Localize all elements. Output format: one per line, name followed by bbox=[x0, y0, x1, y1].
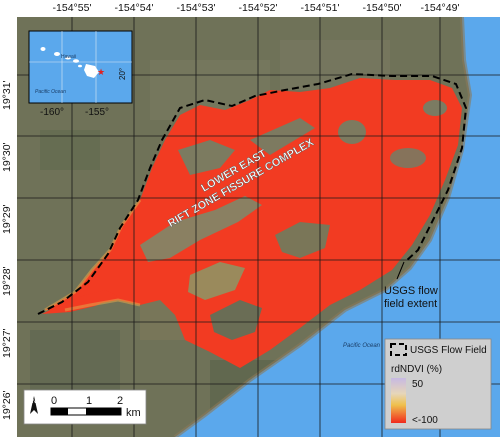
legend-max-label: 50 bbox=[412, 379, 424, 390]
lat-tick-5: 19°27' bbox=[1, 328, 13, 358]
inset-hawaii-label: Hawaii bbox=[61, 54, 76, 60]
lat-tick-6: 19°26' bbox=[1, 390, 13, 420]
lon-tick-4: -154°52' bbox=[238, 2, 278, 14]
legend-boundary-label: USGS Flow Field bbox=[410, 345, 487, 356]
lat-tick-3: 19°29' bbox=[1, 204, 13, 234]
inset-lat-tick: 20° bbox=[118, 68, 127, 80]
extent-label-line2: field extent bbox=[384, 298, 437, 310]
lon-tick-1: -154°55' bbox=[52, 2, 92, 14]
legend-color-ramp bbox=[391, 378, 406, 423]
legend-min-label: <-100 bbox=[412, 415, 438, 426]
scalebar-label-2: 2 bbox=[117, 395, 123, 407]
scalebar-label-1: 1 bbox=[86, 395, 92, 407]
inset-lon-tick-2: -155° bbox=[85, 107, 109, 118]
inset-ocean-label: Pacific Ocean bbox=[35, 89, 66, 95]
lon-tick-5: -154°51' bbox=[300, 2, 340, 14]
scalebar-label-0: 0 bbox=[51, 395, 57, 407]
star-marker-icon: ★ bbox=[97, 67, 105, 77]
map-canvas[interactable]: LOWER EAST RIFT ZONE FISSURE COMPLEX Pac… bbox=[17, 17, 500, 437]
inset-lon-tick-1: -160° bbox=[40, 107, 64, 118]
extent-label-line1: USGS flow bbox=[384, 285, 438, 297]
lon-tick-7: -154°49' bbox=[420, 2, 460, 14]
lat-tick-2: 19°30' bbox=[1, 142, 13, 172]
scalebar: N 0 1 2 km bbox=[23, 389, 147, 425]
lat-tick-1: 19°31' bbox=[1, 80, 13, 110]
lon-tick-6: -154°50' bbox=[362, 2, 402, 14]
lat-tick-4: 19°28' bbox=[1, 266, 13, 296]
north-label: N bbox=[32, 399, 36, 405]
inset-map[interactable]: ★ Hawaii Pacific Ocean 20° bbox=[28, 30, 133, 104]
lon-tick-2: -154°54' bbox=[114, 2, 154, 14]
legend: USGS Flow Field rdNDVI (%) 50 <-100 bbox=[384, 338, 492, 430]
scalebar-unit: km bbox=[126, 407, 141, 419]
lon-tick-3: -154°53' bbox=[176, 2, 216, 14]
legend-index-title: rdNDVI (%) bbox=[391, 364, 442, 375]
ocean-label: Pacific Ocean bbox=[343, 343, 381, 349]
